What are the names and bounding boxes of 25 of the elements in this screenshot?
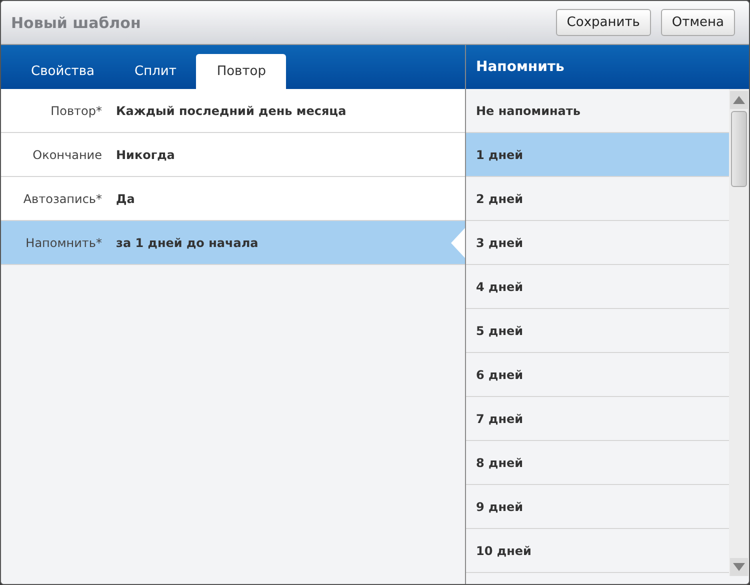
field-label: Окончание bbox=[32, 148, 102, 162]
field-row[interactable]: Повтор* Каждый последний день месяца bbox=[1, 89, 465, 133]
cancel-button[interactable]: Отмена bbox=[660, 9, 735, 36]
field-value: Да bbox=[116, 192, 135, 206]
scroll-down-icon[interactable] bbox=[730, 558, 748, 576]
tab[interactable]: Сплит bbox=[114, 54, 196, 89]
scroll-up-icon[interactable] bbox=[730, 91, 748, 109]
panel-title: Напомнить bbox=[476, 59, 564, 75]
save-button[interactable]: Сохранить bbox=[556, 9, 651, 36]
field-value: за 1 дней до начала bbox=[116, 236, 258, 250]
field-value: Каждый последний день месяца bbox=[116, 104, 346, 118]
tab[interactable]: Повтор bbox=[196, 54, 286, 89]
scrollbar[interactable] bbox=[729, 89, 749, 576]
list-item[interactable]: 1 дней bbox=[466, 133, 729, 177]
field-value: Никогда bbox=[116, 148, 175, 162]
field-label: Автозапись* bbox=[22, 192, 102, 206]
field-row[interactable]: Напомнить* за 1 дней до начала bbox=[1, 221, 465, 265]
window-title: Новый шаблон bbox=[11, 14, 141, 32]
field-row[interactable]: Окончание Никогда bbox=[1, 133, 465, 177]
scroll-thumb[interactable] bbox=[731, 111, 747, 187]
pointer-icon bbox=[451, 228, 465, 258]
tab[interactable]: Свойства bbox=[11, 54, 114, 89]
field-row[interactable]: Автозапись* Да bbox=[1, 177, 465, 221]
field-label: Напомнить* bbox=[24, 236, 102, 250]
field-label: Повтор* bbox=[50, 104, 102, 118]
